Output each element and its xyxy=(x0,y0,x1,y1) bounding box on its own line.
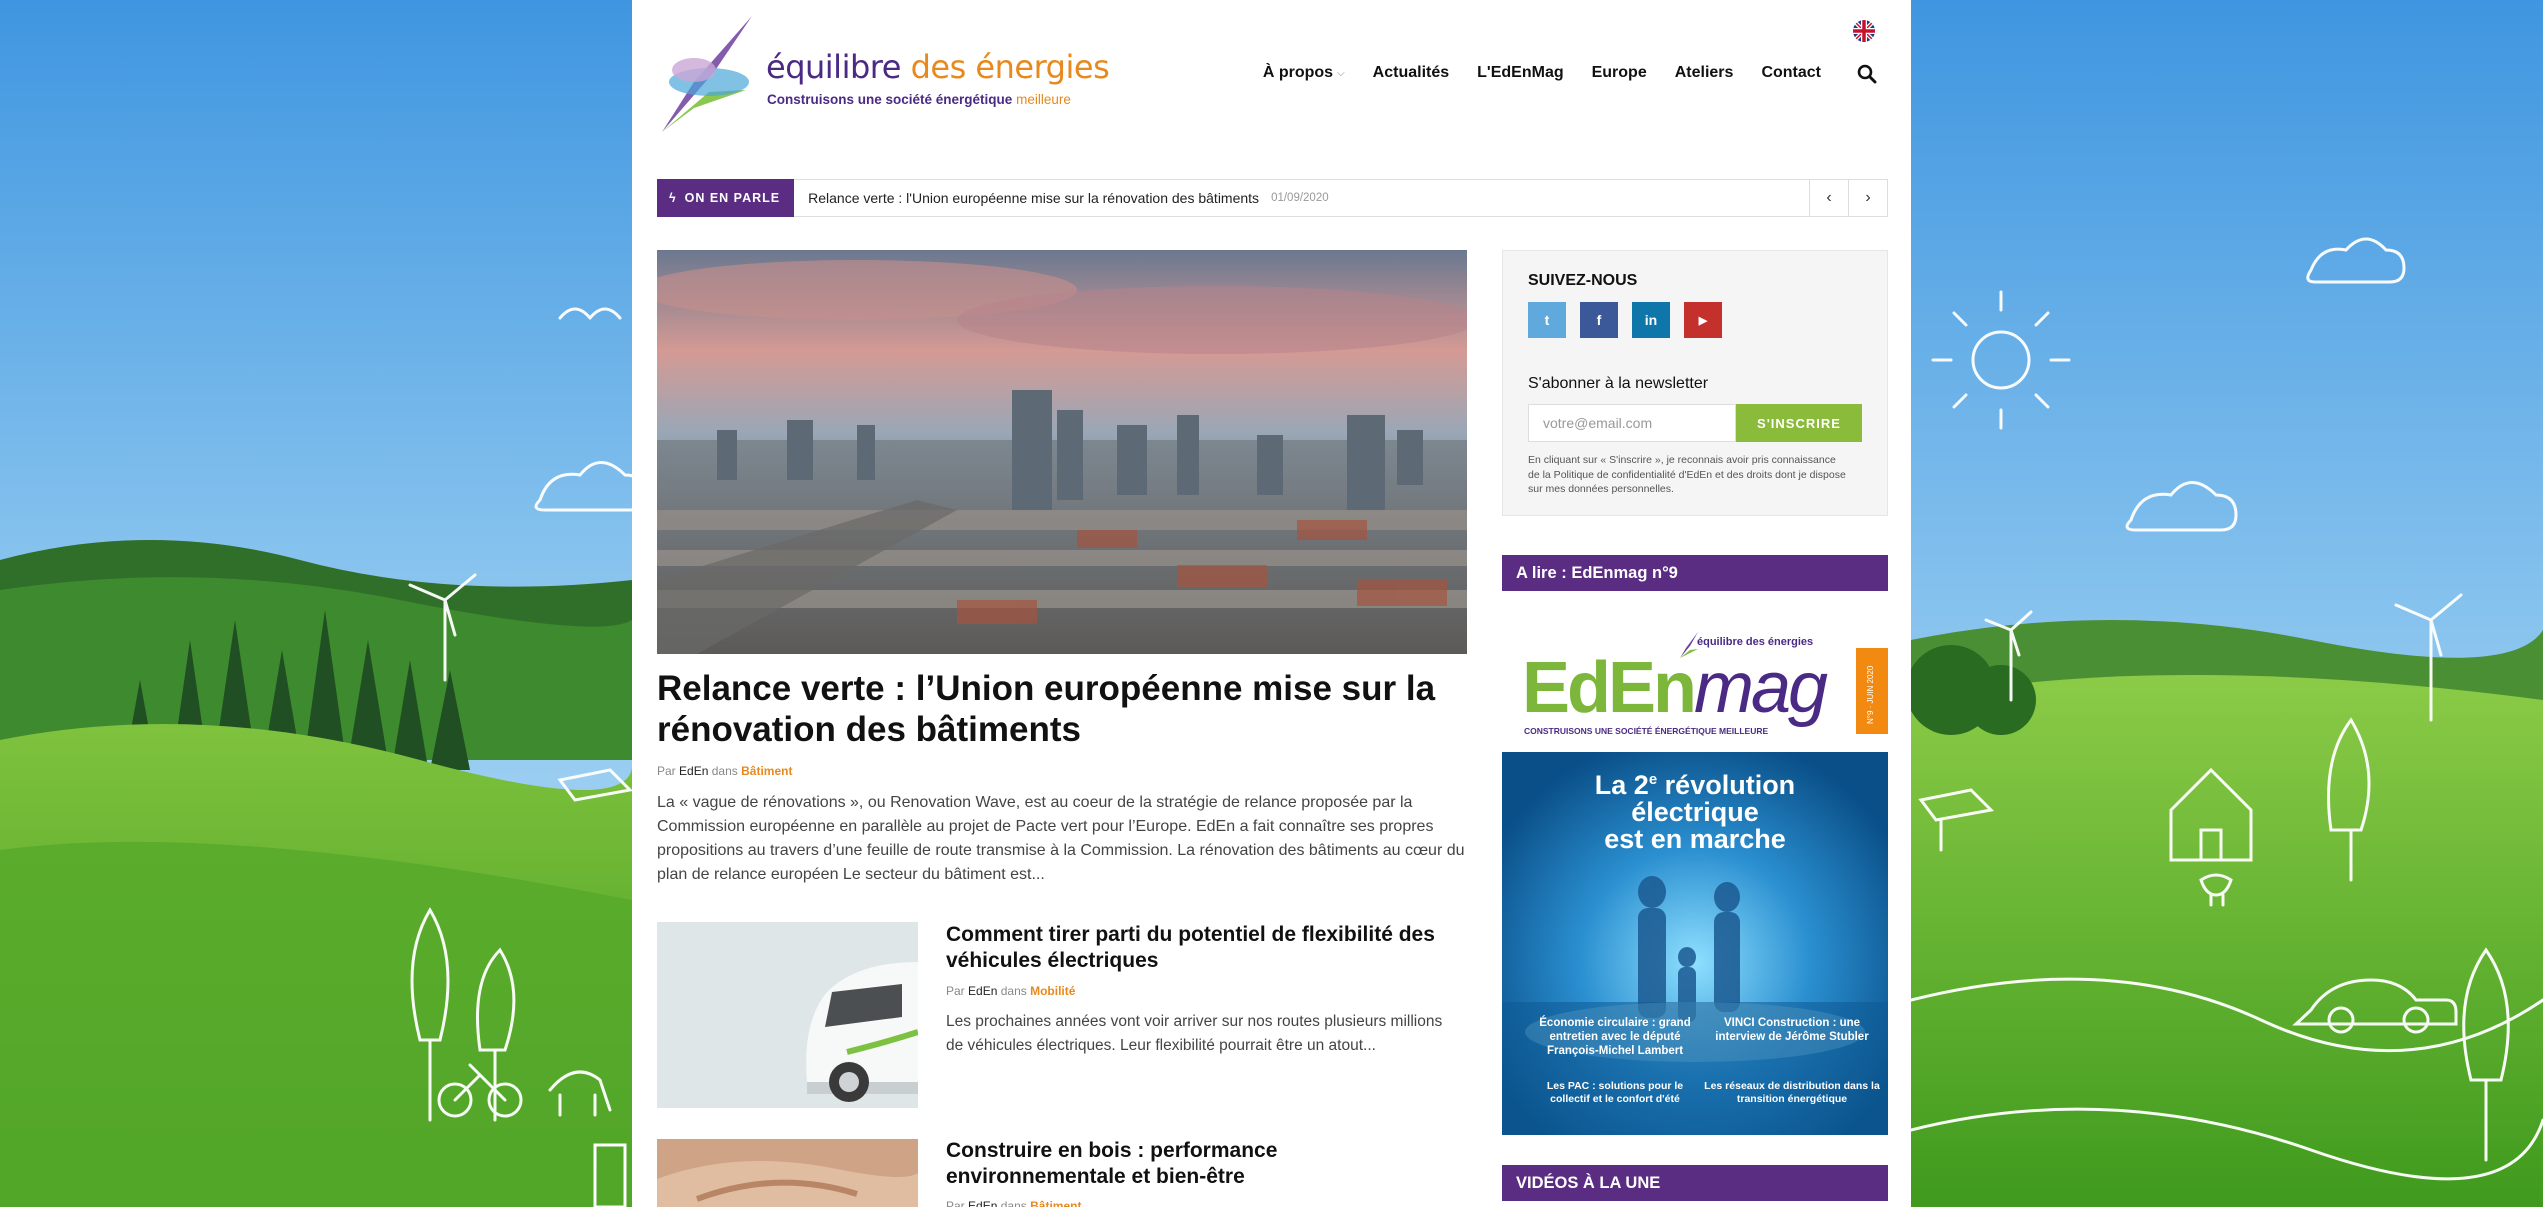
category-link[interactable]: Bâtiment xyxy=(741,764,792,778)
cover-teaser: VINCI Construction : une interview de Jé… xyxy=(1715,1017,1869,1043)
cover-teaser: Les réseaux de distribution dans la tran… xyxy=(1704,1080,1880,1105)
follow-widget: SUIVEZ-NOUS t f in ▶ S'abonner à la news… xyxy=(1502,250,1888,516)
youtube-icon[interactable]: ▶ xyxy=(1684,302,1722,338)
featured-article-title[interactable]: Relance verte : l’Union européenne mise … xyxy=(657,668,1467,750)
cover-headline: La 2e révolution électrique est en march… xyxy=(1594,770,1796,854)
article-excerpt: Les prochaines années vont voir arriver … xyxy=(946,1013,1443,1054)
featured-article-meta: Par EdEn dans Bâtiment xyxy=(657,764,793,778)
article-title[interactable]: Comment tirer parti du potentiel de flex… xyxy=(946,922,1446,974)
edenmag-cover[interactable]: La 2e révolution électrique est en march… xyxy=(1502,752,1888,1135)
author-link[interactable]: EdEn xyxy=(968,984,997,998)
nav-item-contact[interactable]: Contact xyxy=(1761,64,1821,82)
page-container: équilibre des énergies Construisons une … xyxy=(632,0,1911,1207)
article-title[interactable]: Construire en bois : performance environ… xyxy=(946,1138,1446,1190)
uk-flag-icon[interactable] xyxy=(1853,20,1875,42)
edenmag-banner[interactable]: équilibre des énergies EdEnmag CONSTRUIS… xyxy=(1502,628,1888,750)
cover-teaser: Les PAC : solutions pour le collectif et… xyxy=(1546,1080,1684,1105)
facebook-icon[interactable]: f xyxy=(1580,302,1618,338)
logo-title: équilibre des énergies xyxy=(766,48,1110,86)
featured-article-excerpt: La « vague de rénovations », ou Renovati… xyxy=(657,794,1465,883)
newsletter-subscribe-button[interactable]: S'INSCRIRE xyxy=(1736,404,1862,442)
ticker-date: 01/09/2020 xyxy=(1271,192,1329,204)
newsletter-disclaimer: En cliquant sur « S'inscrire », je recon… xyxy=(1528,454,1846,495)
newsletter-form: S'INSCRIRE xyxy=(1528,404,1862,442)
ticker-nav: ‹ › xyxy=(1809,180,1887,216)
mag-tagline: CONSTRUISONS UNE SOCIÉTÉ ÉNERGÉTIQUE MEI… xyxy=(1524,726,1769,736)
nav-item-europe[interactable]: Europe xyxy=(1592,64,1647,82)
logo-mark-icon xyxy=(662,16,752,132)
linkedin-icon[interactable]: in xyxy=(1632,302,1670,338)
ticker-headline[interactable]: Relance verte : l'Union européenne mise … xyxy=(808,190,1259,206)
nav-item-edenmag[interactable]: L'EdEnMag xyxy=(1477,64,1563,82)
ticker-label: ϟ ON EN PARLE xyxy=(657,178,795,217)
search-icon[interactable] xyxy=(1857,64,1879,86)
site-header: équilibre des énergies Construisons une … xyxy=(632,0,1911,160)
chevron-left-icon[interactable]: ‹ xyxy=(1809,180,1848,216)
mag-logo: EdEnmag xyxy=(1522,648,1828,728)
cover-teaser: Économie circulaire : grand entretien av… xyxy=(1539,1017,1691,1057)
newsletter-heading: S'abonner à la newsletter xyxy=(1528,375,1709,392)
social-links: t f in ▶ xyxy=(1528,302,1722,338)
logo-tagline: Construisons une société énergétique mei… xyxy=(767,92,1071,107)
nav-item-actualites[interactable]: Actualités xyxy=(1373,64,1449,82)
nav-item-ateliers[interactable]: Ateliers xyxy=(1675,64,1734,82)
site-logo[interactable]: équilibre des énergies Construisons une … xyxy=(654,12,1110,142)
mag-widget-title: A lire : EdEnmag n°9 xyxy=(1502,555,1888,591)
mag-issue-badge: N°9 · JUIN 2020 xyxy=(1856,648,1888,734)
main-nav: À propos ⌵ Actualités L'EdEnMag Europe At… xyxy=(1263,64,1821,82)
twitter-icon[interactable]: t xyxy=(1528,302,1566,338)
author-link[interactable]: EdEn xyxy=(679,764,708,778)
category-link[interactable]: Mobilité xyxy=(1030,984,1075,998)
videos-widget-title: VIDÉOS À LA UNE xyxy=(1502,1165,1888,1201)
follow-heading: SUIVEZ-NOUS xyxy=(1528,272,1638,289)
author-link[interactable]: EdEn xyxy=(968,1199,997,1207)
newsletter-email-input[interactable] xyxy=(1528,404,1736,442)
article-meta: Par EdEn dans Mobilité xyxy=(946,984,1076,998)
mag-logo-small: équilibre des énergies xyxy=(1697,636,1814,648)
article-meta: Par EdEn dans Bâtiment xyxy=(946,1199,1081,1207)
background-landscape-right xyxy=(1911,0,2543,1207)
category-link[interactable]: Bâtiment xyxy=(1030,1199,1081,1207)
article-image-wood[interactable] xyxy=(657,1139,918,1207)
lightning-icon: ϟ xyxy=(669,190,677,205)
news-ticker: ϟ ON EN PARLE Relance verte : l'Union eu… xyxy=(657,178,1888,217)
background-landscape-left xyxy=(0,0,632,1207)
chevron-down-icon: ⌵ xyxy=(1337,67,1345,79)
featured-article-image[interactable] xyxy=(657,250,1467,654)
chevron-right-icon[interactable]: › xyxy=(1848,180,1887,216)
article-image-ev[interactable] xyxy=(657,922,918,1108)
nav-item-a-propos[interactable]: À propos ⌵ xyxy=(1263,64,1345,82)
